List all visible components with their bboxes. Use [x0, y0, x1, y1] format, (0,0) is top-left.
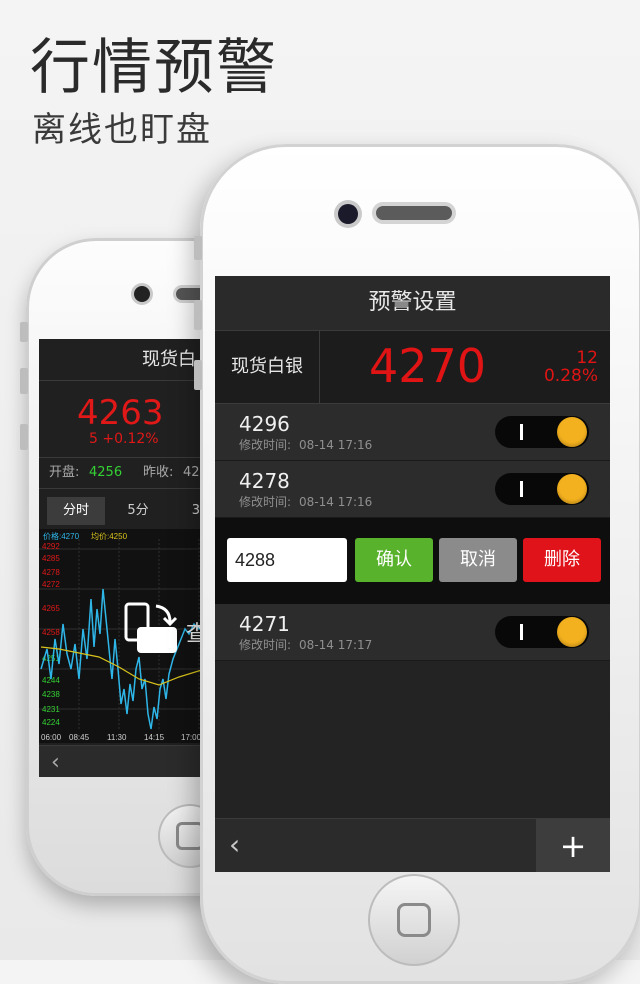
alert-settings-screen: 预警设置 现货白银 4270 12 0.28% 4296 修改时间: 08-14 …	[215, 276, 610, 872]
y-tick: 4238	[42, 690, 60, 699]
toggle-knob	[557, 474, 587, 504]
y-tick: 4258	[42, 628, 60, 637]
back-screen-change: 5 +0.12%	[89, 431, 159, 447]
alert-price: 4278	[239, 469, 290, 493]
y-tick: 4278	[42, 568, 60, 577]
y-tick: 4231	[42, 705, 60, 714]
quote-header: 现货白银 4270 12 0.28%	[215, 331, 610, 404]
delete-button[interactable]: 删除	[523, 538, 601, 582]
page-title: 预警设置	[215, 276, 610, 331]
open-label: 开盘:	[49, 465, 80, 480]
toggle-knob	[557, 617, 587, 647]
alert-row[interactable]: 4271 修改时间: 08-14 17:17	[215, 604, 610, 661]
modified-label: 修改时间:	[239, 638, 292, 652]
back-phone-screen: 现货白 4263 5 +0.12% 开盘: 4256 昨收: 42 分时 5分 …	[39, 339, 209, 777]
x-tick: 14:15	[144, 733, 165, 742]
alert-price-input[interactable]	[227, 538, 347, 582]
alert-toggle[interactable]	[495, 616, 589, 648]
alert-price: 4271	[239, 612, 290, 636]
camera-icon	[134, 286, 150, 302]
alert-row[interactable]: 4278 修改时间: 08-14 17:16	[215, 461, 610, 518]
prev-close-value: 42	[183, 465, 200, 480]
promo-subline: 离线也盯盘	[32, 110, 212, 150]
chart-price-label: 价格:4270	[43, 531, 80, 541]
rotate-device-icon	[124, 602, 178, 653]
tab-5min[interactable]: 5分	[113, 497, 163, 525]
back-screen-title: 现货白	[39, 339, 209, 381]
mute-switch	[194, 236, 202, 260]
alert-modified: 修改时间: 08-14 17:16	[239, 495, 372, 509]
back-screen-price: 4263	[77, 393, 164, 433]
modified-label: 修改时间:	[239, 438, 292, 452]
x-tick: 06:00	[41, 733, 62, 742]
current-price: 4270	[369, 339, 487, 393]
x-tick: 08:45	[69, 733, 90, 742]
toggle-on-mark	[520, 481, 523, 497]
y-tick: 4265	[42, 604, 60, 613]
toggle-on-mark	[520, 424, 523, 440]
modified-time: 08-14 17:16	[299, 438, 373, 452]
x-tick: 17:00	[181, 733, 202, 742]
back-screen-footer: ‹	[39, 745, 209, 777]
alert-modified: 修改时间: 08-14 17:17	[239, 638, 372, 652]
mute-switch	[20, 322, 28, 342]
alert-toggle[interactable]	[495, 473, 589, 505]
confirm-button[interactable]: 确认	[355, 538, 433, 582]
chevron-left-icon[interactable]: ‹	[51, 750, 60, 775]
promo-headline: 行情预警	[30, 33, 278, 103]
period-tabs: 分时 5分 30	[47, 497, 209, 525]
back-screen-stats: 开盘: 4256 昨收: 42	[39, 457, 209, 489]
alert-modified: 修改时间: 08-14 17:16	[239, 438, 372, 452]
bottom-toolbar: ‹ +	[215, 818, 610, 872]
chevron-left-icon[interactable]: ‹	[229, 829, 240, 861]
chart-avg-label: 均价:4250	[91, 531, 128, 541]
plus-icon[interactable]: +	[536, 819, 610, 872]
x-tick: 11:30	[107, 733, 127, 742]
alert-row[interactable]: 4296 修改时间: 08-14 17:16	[215, 404, 610, 461]
cancel-button[interactable]: 取消	[439, 538, 517, 582]
change-percent: 0.28%	[543, 366, 598, 386]
price-change: 12 0.28%	[544, 349, 598, 385]
y-tick: 4292	[42, 542, 60, 551]
modified-time: 08-14 17:17	[299, 638, 373, 652]
modified-time: 08-14 17:16	[299, 495, 373, 509]
volume-up-button	[20, 368, 28, 394]
y-tick: 4272	[42, 580, 60, 589]
alert-editor: 确认 取消 删除	[215, 518, 610, 604]
prev-close-label: 昨收:	[143, 465, 174, 480]
tab-intraday[interactable]: 分时	[47, 497, 105, 525]
alert-price: 4296	[239, 412, 290, 436]
y-tick: 4224	[42, 718, 60, 727]
y-tick: 4285	[42, 554, 60, 563]
home-square-icon	[397, 903, 431, 937]
alert-toggle[interactable]	[495, 416, 589, 448]
toggle-on-mark	[520, 624, 523, 640]
volume-down-button	[194, 360, 202, 390]
volume-up-button	[194, 300, 202, 330]
instrument-name: 现货白银	[215, 331, 320, 403]
camera-icon	[338, 204, 358, 224]
volume-down-button	[20, 424, 28, 450]
toggle-knob	[557, 417, 587, 447]
modified-label: 修改时间:	[239, 495, 292, 509]
speaker-grille	[376, 206, 452, 220]
change-absolute: 12	[576, 348, 598, 368]
open-value: 4256	[89, 465, 123, 480]
